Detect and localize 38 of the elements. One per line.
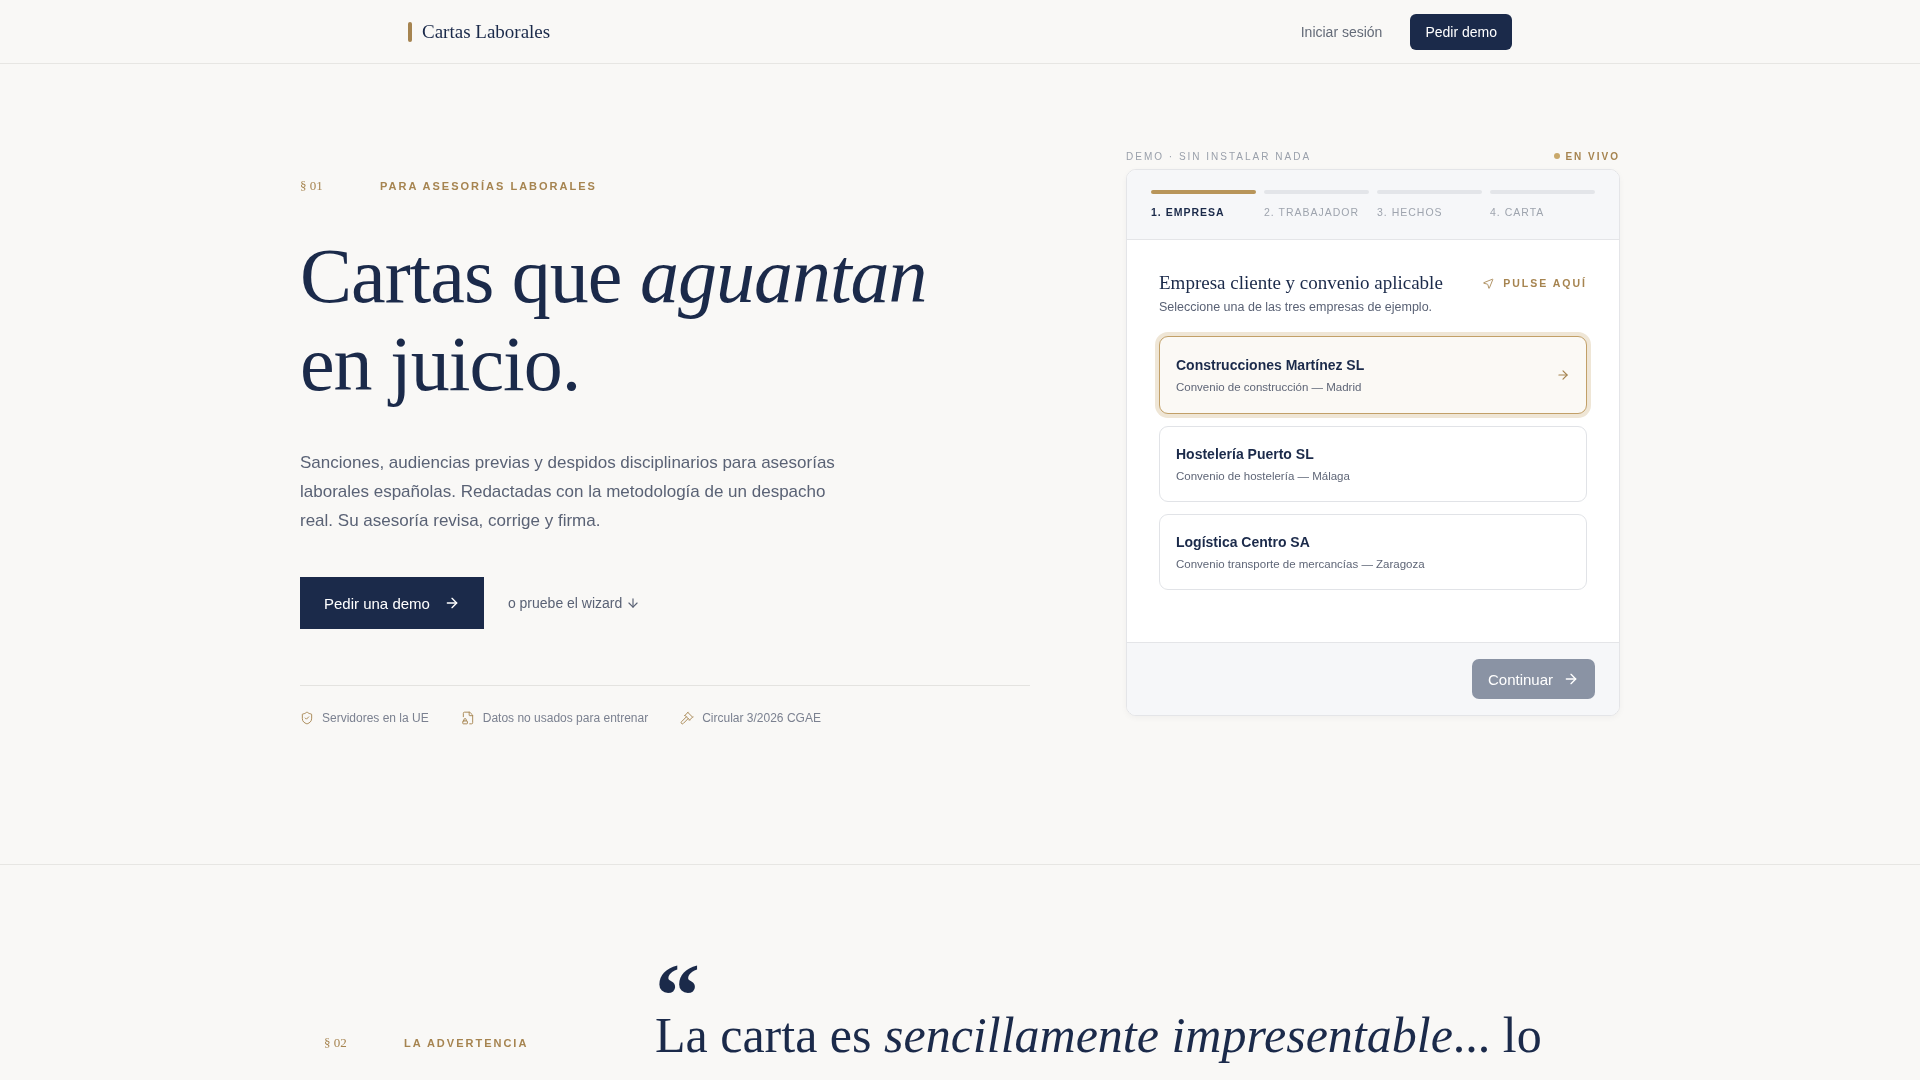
eyebrow-text: PARA ASESORÍAS LABORALES [380,180,597,192]
company-option[interactable]: Hostelería Puerto SL Convenio de hostelería — Málaga [1159,426,1587,502]
wizard-link[interactable]: o pruebe el wizard [507,595,641,611]
hero-lead: Sanciones, audiencias previas y despidos disciplinarios para asesorías laborales españolas. Redactadas con la metodología de un despacho real. Su asesoría revisa, corrige y firma. [300,452,836,532]
company-name: Hostelería Puerto SL [1176,446,1315,462]
request-demo-button[interactable]: Pedir una demo [300,577,484,629]
hint-text: PULSE AQUÍ [1503,277,1587,289]
hero-title: Cartas que aguantan [300,232,928,320]
step-tab[interactable]: 1. EMPRESA [1151,206,1256,218]
company-option[interactable]: Logística Centro SA Convenio transporte de mercancías — Zaragoza [1159,514,1587,590]
trust-text: Servidores en la UE [322,711,429,725]
shield-icon [300,711,314,725]
arrow-right-icon [1563,671,1579,687]
step-title: Empresa cliente y convenio aplicable [1159,272,1443,294]
eyebrow-text: LA ADVERTENCIA [404,1037,529,1049]
trust-text: Circular 3/2026 CGAE [702,711,821,725]
hero-title: en juicio. [300,320,582,408]
demo-label: DEMO · SIN INSTALAR NADA [1126,150,1312,162]
live-label: EN VIVO [1565,150,1620,162]
quote-text: La carta es sencillamente impresentable... lo [655,1006,1542,1065]
demo-button[interactable]: Pedir demo [1410,13,1512,50]
company-detail: Convenio de construcción — Madrid [1176,381,1363,393]
gavel-icon [680,711,695,725]
file-lock-icon [460,711,475,725]
logo-text[interactable]: Cartas Laborales [422,20,551,43]
login-link[interactable]: Iniciar sesión [1300,23,1383,40]
quote-mark: “ [655,965,700,1005]
step-subtitle: Seleccione una de las tres empresas de ejemplo. [1159,300,1434,314]
trust-text: Datos no usados para entrenar [482,711,649,725]
section-number: § 02 [324,1035,348,1051]
section-number: § 01 [300,178,324,194]
live-dot [1554,153,1561,159]
logo-mark [408,21,412,42]
pointer-icon [1482,276,1496,290]
company-detail: Convenio de hostelería — Málaga [1176,470,1350,482]
company-detail: Convenio transporte de mercancías — Zaragoza [1176,558,1425,570]
company-name: Logística Centro SA [1176,534,1311,550]
company-name: Construcciones Martínez SL [1176,357,1365,373]
